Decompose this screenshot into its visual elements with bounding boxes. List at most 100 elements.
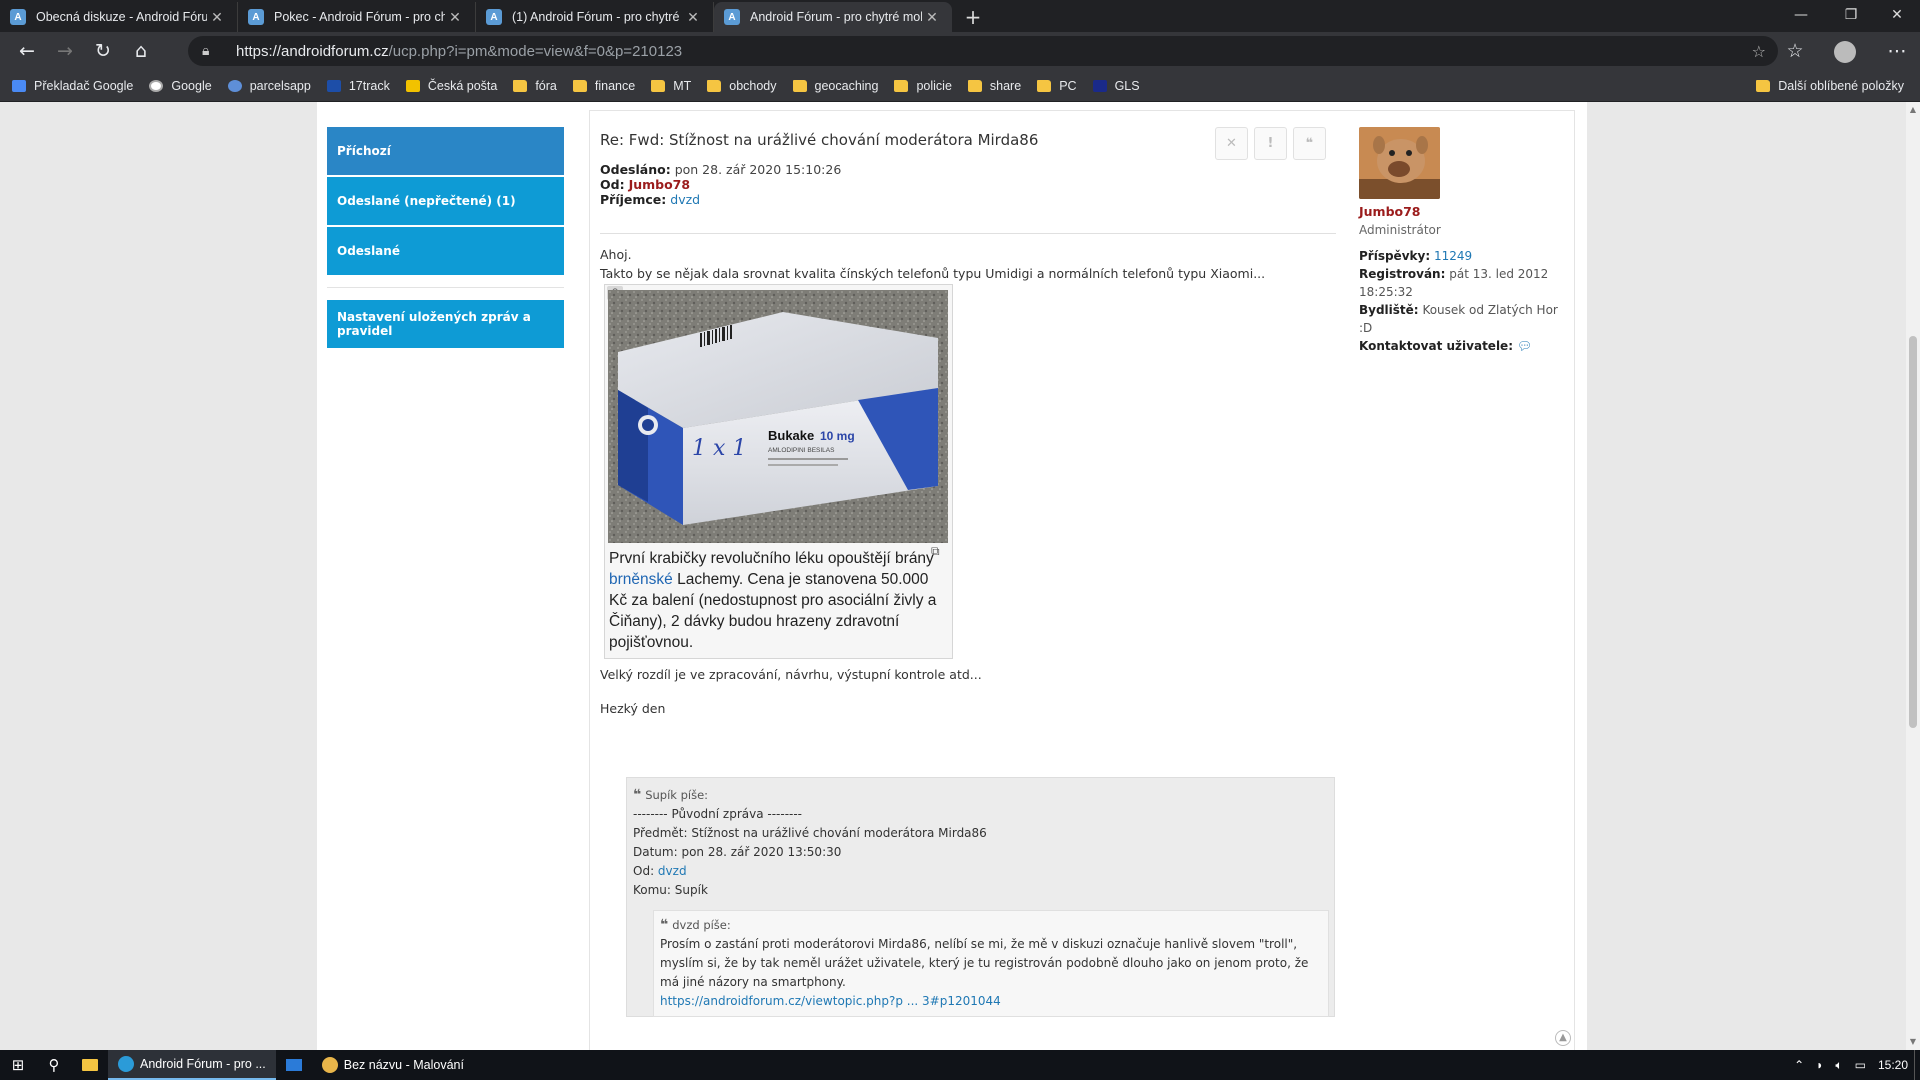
parcelsapp-icon <box>227 79 242 92</box>
edge-icon <box>118 1056 134 1072</box>
other-bookmarks-folder[interactable]: Další oblíbené položky <box>1756 70 1904 102</box>
bookmark-folder[interactable]: finance <box>572 79 635 93</box>
nav-sent[interactable]: Odeslané <box>327 227 564 275</box>
restore-icon[interactable]: ❐ <box>1828 0 1874 30</box>
message-body-continued: Velký rozdíl je ve zpracování, návrhu, v… <box>600 667 1345 735</box>
back-to-top-icon[interactable]: ▲ <box>1555 1030 1571 1046</box>
profile-avatar-icon[interactable] <box>1834 41 1856 63</box>
close-icon[interactable]: ✕ <box>445 9 465 26</box>
minimize-icon[interactable]: — <box>1778 0 1824 30</box>
scroll-up-icon[interactable]: ▲ <box>1908 105 1918 115</box>
vertical-scrollbar[interactable]: ▲ ▼ <box>1906 102 1920 1050</box>
scrollbar-thumb[interactable] <box>1909 336 1917 728</box>
forward-arrow-icon[interactable]: → <box>46 32 84 70</box>
bookmark-item[interactable]: Překladač Google <box>12 79 133 93</box>
pm-folder-nav: Příchozí Odeslané (nepřečtené) (1) Odesl… <box>327 127 564 350</box>
close-icon[interactable]: ✕ <box>207 9 227 26</box>
from-user-link[interactable]: Jumbo78 <box>629 177 691 192</box>
volume-icon[interactable]: 🔈︎ <box>1835 1058 1842 1073</box>
browser-tab[interactable]: A Obecná diskuze - Android Fórum ✕ <box>0 2 238 32</box>
quote-user-link[interactable]: dvzd <box>658 864 687 878</box>
chevron-up-icon[interactable]: ⌃ <box>1794 1058 1804 1072</box>
bookmark-folder[interactable]: obchody <box>707 79 777 93</box>
bookmark-item[interactable]: GLS <box>1092 79 1140 93</box>
file-explorer-icon[interactable] <box>72 1050 108 1080</box>
caption-link[interactable]: brněnské <box>609 571 673 588</box>
windows-start-icon[interactable]: ⊞ <box>0 1050 36 1080</box>
browser-tab[interactable]: A Pokec - Android Fórum - pro chytr ✕ <box>238 2 476 32</box>
folder-icon <box>651 79 666 92</box>
android-forum-favicon-icon: A <box>724 9 740 25</box>
svg-text:1 x 1: 1 x 1 <box>692 436 746 461</box>
sender-profile: Jumbo78 Administrátor Příspěvky: 11249 R… <box>1359 127 1569 355</box>
android-forum-favicon-icon: A <box>486 9 502 25</box>
clock[interactable]: 15:20 <box>1878 1058 1908 1072</box>
close-icon[interactable]: ✕ <box>922 9 942 26</box>
bookmarks-bar: Překladač Google Google parcelsapp 17tra… <box>0 70 1920 102</box>
nav-rules-settings[interactable]: Nastavení uložených zpráv a pravidel <box>327 300 564 348</box>
bookmark-folder[interactable]: fóra <box>513 79 557 93</box>
bookmark-folder[interactable]: PC <box>1037 79 1077 93</box>
username-link[interactable]: Jumbo78 <box>1359 203 1569 221</box>
nav-inbox[interactable]: Příchozí <box>327 127 564 175</box>
quote-icon[interactable]: ❝ <box>1293 127 1326 160</box>
embedded-image-card[interactable]: ⚲ <box>604 284 953 659</box>
lock-icon: 🔒︎ <box>202 43 210 59</box>
scroll-down-icon[interactable]: ▼ <box>1908 1037 1918 1047</box>
bookmark-item[interactable]: Česká pošta <box>405 79 497 93</box>
quote-author: ❝ dvzd píše: <box>660 917 731 933</box>
bookmark-folder[interactable]: MT <box>651 79 691 93</box>
browser-tab-active[interactable]: A Android Fórum - pro chytré mob ✕ <box>714 2 952 32</box>
speech-bubble-icon[interactable]: 💬︎ <box>1517 339 1532 353</box>
taskbar-app-paint[interactable]: Bez názvu - Malování <box>312 1050 474 1080</box>
window-close-icon[interactable]: ✕ <box>1874 0 1920 30</box>
nested-quote-block: ❝ dvzd píše: Prosím o zastání proti moder… <box>653 910 1329 1017</box>
message-meta: Odesláno: pon 28. zář 2020 15:10:26 Od: … <box>600 162 842 207</box>
close-icon[interactable]: ✕ <box>683 9 703 26</box>
tab-title: (1) Android Fórum - pro chytré m <box>512 10 683 24</box>
recipient-link[interactable]: dvzd <box>670 192 700 207</box>
home-icon[interactable]: ⌂ <box>122 32 160 70</box>
system-tray: ⌃ ◗ 🔈︎ ▭ 15:20 <box>1788 1050 1920 1080</box>
refresh-icon[interactable]: ↻ <box>84 32 122 70</box>
network-icon[interactable]: ◗ <box>1816 1058 1823 1072</box>
favorites-list-icon[interactable]: ☆ <box>1776 32 1814 70</box>
new-tab-plus-icon[interactable]: + <box>958 2 988 32</box>
search-icon[interactable]: ⚲ <box>36 1050 72 1080</box>
bookmark-item[interactable]: parcelsapp <box>227 79 311 93</box>
posts-link[interactable]: 11249 <box>1434 249 1472 263</box>
star-icon[interactable]: ☆ <box>1752 42 1766 61</box>
mail-icon[interactable] <box>276 1050 312 1080</box>
back-arrow-icon[interactable]: ← <box>8 32 46 70</box>
paint-icon <box>321 1057 338 1073</box>
android-forum-favicon-icon: A <box>10 9 26 25</box>
browser-tab[interactable]: A (1) Android Fórum - pro chytré m ✕ <box>476 2 714 32</box>
quote-line: Datum: pon 28. zář 2020 13:50:30 <box>633 845 842 859</box>
windows-taskbar: ⊞ ⚲ Android Fórum - pro ... Bez názvu - … <box>0 1050 1920 1080</box>
android-forum-favicon-icon: A <box>248 9 264 25</box>
delete-x-icon[interactable]: ✕ <box>1215 127 1248 160</box>
show-desktop[interactable] <box>1914 1050 1920 1080</box>
google-icon <box>149 79 164 92</box>
battery-icon[interactable]: ▭ <box>1855 1058 1866 1072</box>
bookmark-item[interactable]: Google <box>149 79 212 93</box>
bookmark-item[interactable]: 17track <box>326 79 390 93</box>
user-rank: Administrátor <box>1359 223 1441 237</box>
avatar[interactable] <box>1359 127 1440 199</box>
bookmark-folder[interactable]: share <box>967 79 1021 93</box>
more-menu-icon[interactable]: ⋯ <box>1878 32 1916 70</box>
tab-title: Pokec - Android Fórum - pro chytr <box>274 10 445 24</box>
quote-link[interactable]: https://androidforum.cz/viewtopic.php?p … <box>660 992 1322 1011</box>
taskbar-app-edge[interactable]: Android Fórum - pro ... <box>108 1050 276 1080</box>
bookmark-folder[interactable]: geocaching <box>792 79 878 93</box>
bookmark-folder[interactable]: policie <box>894 79 952 93</box>
page-wrap: Příchozí Odeslané (nepřečtené) (1) Odesl… <box>317 102 1587 1050</box>
body-text: Velký rozdíl je ve zpracování, návrhu, v… <box>600 667 982 682</box>
medicine-box-photo[interactable]: 1 x 1 Bukake 10 mg AMLODIPINI BESILAS <box>608 290 948 543</box>
quote-line: Komu: Supík <box>633 883 708 897</box>
report-exclamation-icon[interactable]: ! <box>1254 127 1287 160</box>
nav-outbox[interactable]: Odeslané (nepřečtené) (1) <box>327 177 564 225</box>
registered-date: Registrován: pát 13. led 2012 18:25:32 <box>1359 267 1549 299</box>
address-bar[interactable]: 🔒︎ https://androidforum.cz/ucp.php?i=pm&… <box>188 36 1778 66</box>
message-body: Ahoj. Takto by se nějak dala srovnat kva… <box>600 245 1345 283</box>
